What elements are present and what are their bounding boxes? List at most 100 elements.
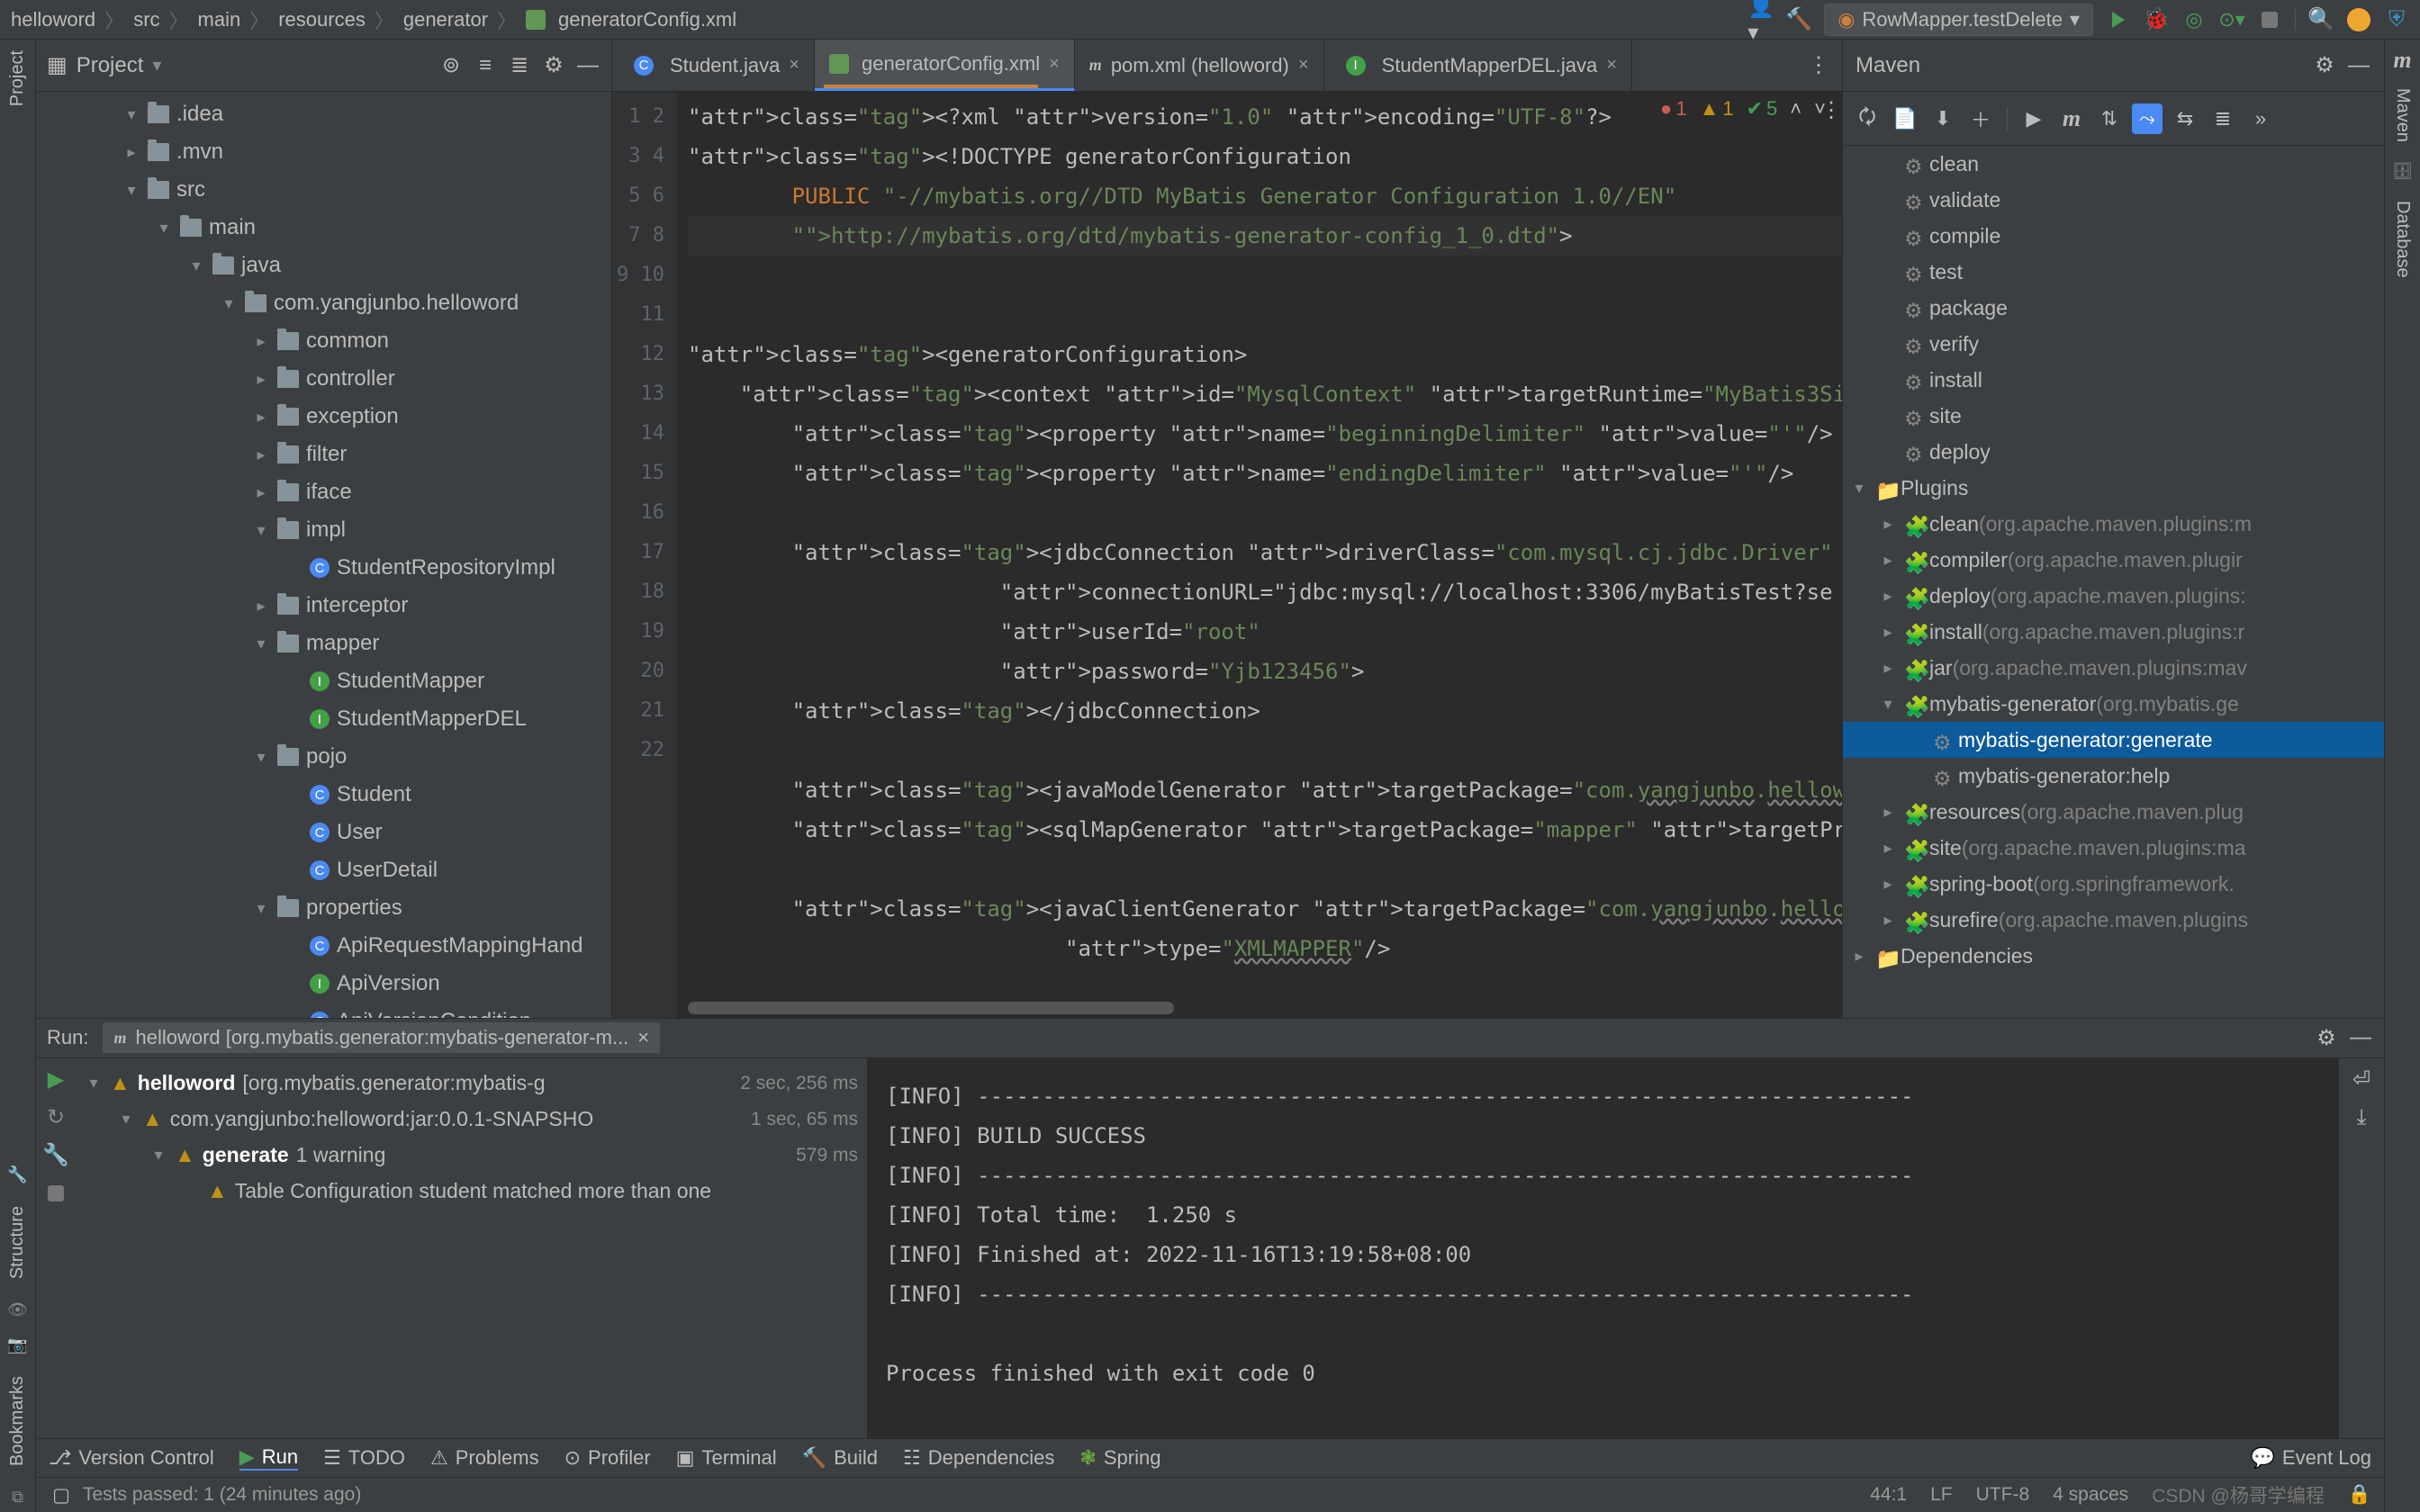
- warning-chip[interactable]: ▲ 1: [1700, 97, 1734, 121]
- close-icon[interactable]: ×: [1298, 55, 1309, 76]
- project-tree[interactable]: ▾.idea▸.mvn▾src▾main▾java▾com.yangjunbo.…: [36, 92, 611, 1018]
- run-hide-icon[interactable]: —: [2348, 1025, 2373, 1050]
- maven-tree-row[interactable]: ▸🧩surefire (org.apache.maven.plugins: [1843, 902, 2384, 938]
- tree-row[interactable]: ▸controller: [36, 360, 611, 398]
- tree-row[interactable]: ▾properties: [36, 889, 611, 927]
- stop2-icon[interactable]: [43, 1181, 68, 1206]
- maven-tree-row[interactable]: ▸🧩resources (org.apache.maven.plug: [1843, 794, 2384, 830]
- maven-toggle-offline-icon[interactable]: ⇅: [2094, 104, 2125, 134]
- run-tab-bottom[interactable]: ▶Run: [239, 1445, 298, 1471]
- run-tree-row[interactable]: ▾▲generate 1 warning579 ms: [85, 1138, 858, 1174]
- tree-row[interactable]: CUserDetail: [36, 851, 611, 889]
- rerun-failed-icon[interactable]: ↻: [43, 1105, 68, 1130]
- build-icon[interactable]: 🔨: [1786, 7, 1811, 32]
- tree-row[interactable]: ▸interceptor: [36, 587, 611, 625]
- version-control-tab[interactable]: ⎇Version Control: [49, 1446, 214, 1470]
- breadcrumb-item[interactable]: helloword: [11, 8, 95, 32]
- tree-arrow-icon[interactable]: ▸: [1879, 515, 1897, 534]
- maven-tree-row[interactable]: ⚙compile: [1843, 218, 2384, 254]
- problems-tab[interactable]: ⚠Problems: [430, 1446, 539, 1470]
- close-icon[interactable]: ×: [1049, 54, 1060, 75]
- maven-reload-icon[interactable]: 🗘: [1852, 104, 1883, 134]
- ide-settings-icon[interactable]: [2346, 7, 2371, 32]
- line-separator[interactable]: LF: [1930, 1484, 1953, 1506]
- tree-row[interactable]: ▾main: [36, 209, 611, 247]
- tree-arrow-icon[interactable]: ▾: [220, 294, 238, 313]
- collapse-all-icon[interactable]: ≣: [507, 53, 532, 78]
- tree-arrow-icon[interactable]: ▾: [149, 1146, 167, 1165]
- dependencies-tab[interactable]: ☷Dependencies: [903, 1446, 1054, 1470]
- scroll-to-end-icon[interactable]: ⤓: [2349, 1105, 2374, 1130]
- database-tool-tab[interactable]: Database: [2388, 190, 2416, 289]
- maven-tree-row[interactable]: ▾📁Plugins: [1843, 470, 2384, 506]
- add-user-icon[interactable]: 👤▾: [1748, 7, 1774, 32]
- coverage-button[interactable]: ◎: [2181, 7, 2207, 32]
- tree-arrow-icon[interactable]: ▸: [1879, 551, 1897, 570]
- maven-tree[interactable]: ⚙clean⚙validate⚙compile⚙test⚙package⚙ver…: [1843, 146, 2384, 1018]
- maven-tree-row[interactable]: ▸🧩install (org.apache.maven.plugins:r: [1843, 614, 2384, 650]
- tool-windows-icon[interactable]: ▢: [49, 1482, 74, 1508]
- maven-show-deps-icon[interactable]: ⇆: [2170, 104, 2200, 134]
- maven-tree-row[interactable]: ⚙site: [1843, 398, 2384, 434]
- tree-row[interactable]: CApiRequestMappingHand: [36, 927, 611, 965]
- tree-arrow-icon[interactable]: ▾: [252, 899, 270, 918]
- editor-tab[interactable]: CStudent.java×: [612, 40, 815, 91]
- tree-row[interactable]: CApiVersionCondition: [36, 1003, 611, 1018]
- tree-arrow-icon[interactable]: ▾: [122, 105, 140, 124]
- tree-row[interactable]: ▾.idea: [36, 95, 611, 133]
- tree-row[interactable]: ▾pojo: [36, 738, 611, 776]
- run-results-tree[interactable]: ▾▲helloword [org.mybatis.generator:mybat…: [76, 1058, 868, 1438]
- maven-tree-row[interactable]: ⚙package: [1843, 290, 2384, 326]
- structure-tool-tab[interactable]: Structure: [4, 1195, 32, 1290]
- breadcrumb[interactable]: helloword〉src〉main〉resources〉generator〉g…: [11, 5, 736, 34]
- tree-arrow-icon[interactable]: ▸: [252, 597, 270, 616]
- tree-arrow-icon[interactable]: ▾: [1850, 479, 1868, 498]
- tree-row[interactable]: IStudentMapperDEL: [36, 700, 611, 738]
- maven-settings-icon[interactable]: ⚙: [2312, 53, 2337, 78]
- run-tree-row[interactable]: ▾▲com.yangjunbo:helloword:jar:0.0.1-SNAP…: [85, 1102, 858, 1138]
- run-button[interactable]: [2106, 7, 2131, 32]
- maven-run-icon[interactable]: ▶: [2018, 104, 2049, 134]
- inspection-widget[interactable]: ● 1 ▲ 1 ✔ 5 ˄ ˅: [1660, 97, 1826, 121]
- tree-row[interactable]: ▸iface: [36, 473, 611, 511]
- eye-icon[interactable]: 👁: [2, 1295, 33, 1325]
- close-icon[interactable]: ×: [789, 55, 799, 76]
- tree-row[interactable]: CUser: [36, 814, 611, 851]
- editor-tab[interactable]: IStudentMapperDEL.java×: [1324, 40, 1632, 91]
- run-tree-row[interactable]: ▲Table Configuration student matched mor…: [85, 1174, 858, 1210]
- tree-arrow-icon[interactable]: ▸: [122, 143, 140, 162]
- maven-add-icon[interactable]: ＋: [1965, 104, 1996, 134]
- maven-tree-row[interactable]: ▾🧩mybatis-generator (org.mybatis.ge: [1843, 686, 2384, 722]
- maven-download-icon[interactable]: ⬇: [1928, 104, 1958, 134]
- console-output[interactable]: [INFO] ---------------------------------…: [868, 1058, 2339, 1438]
- tree-row[interactable]: IApiVersion: [36, 965, 611, 1003]
- indent-setting[interactable]: 4 spaces: [2053, 1484, 2128, 1506]
- project-tool-tab[interactable]: Project: [4, 40, 32, 117]
- tree-row[interactable]: ▾mapper: [36, 625, 611, 662]
- horizontal-scrollbar[interactable]: [688, 1002, 1174, 1014]
- editor-body[interactable]: 1 2 3 4 5 6 7 8 9 10 11 12 13 14 15 16 1…: [612, 92, 1842, 1018]
- tree-arrow-icon[interactable]: ▾: [252, 634, 270, 653]
- maven-tree-row[interactable]: ⚙validate: [1843, 182, 2384, 218]
- tree-arrow-icon[interactable]: ▸: [252, 446, 270, 464]
- maven-skip-tests-icon[interactable]: ⤳: [2132, 104, 2163, 134]
- tree-arrow-icon[interactable]: ▸: [1879, 587, 1897, 606]
- stop-button[interactable]: [2257, 7, 2282, 32]
- maven-collapse-icon[interactable]: ≣: [2208, 104, 2238, 134]
- maven-execute-icon[interactable]: m: [2056, 104, 2087, 134]
- tree-arrow-icon[interactable]: ▸: [252, 332, 270, 351]
- tree-arrow-icon[interactable]: ▾: [85, 1074, 103, 1093]
- search-icon[interactable]: 🔍: [2308, 7, 2334, 32]
- maven-tree-row[interactable]: ⚙deploy: [1843, 434, 2384, 470]
- tree-arrow-icon[interactable]: ▾: [117, 1110, 135, 1129]
- tree-row[interactable]: IStudentMapper: [36, 662, 611, 700]
- tree-arrow-icon[interactable]: ▸: [1850, 947, 1868, 966]
- expand-all-icon[interactable]: ≡: [473, 53, 498, 78]
- maven-tree-row[interactable]: ▸🧩site (org.apache.maven.plugins:ma: [1843, 830, 2384, 866]
- tree-row[interactable]: CStudent: [36, 776, 611, 814]
- tree-arrow-icon[interactable]: ▾: [155, 219, 173, 238]
- tree-arrow-icon[interactable]: ▸: [252, 408, 270, 427]
- tree-row[interactable]: ▸common: [36, 322, 611, 360]
- tab-list-icon[interactable]: ⋮: [1806, 53, 1831, 78]
- tree-arrow-icon[interactable]: ▾: [1879, 695, 1897, 714]
